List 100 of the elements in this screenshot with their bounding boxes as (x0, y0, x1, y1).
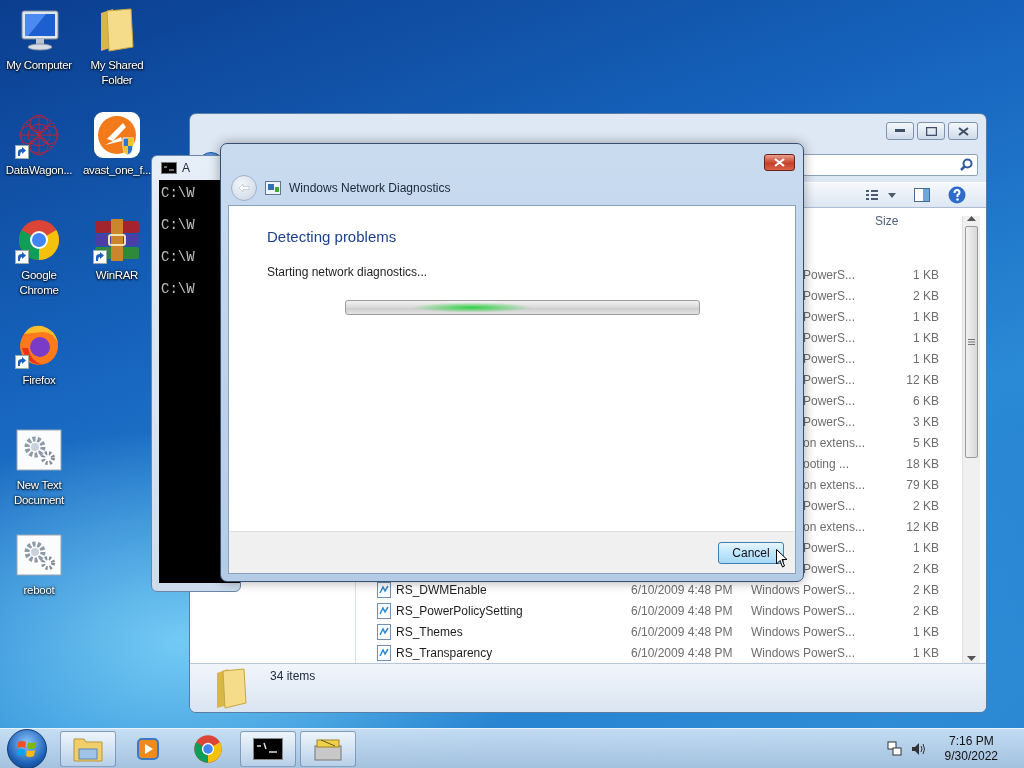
maximize-button[interactable] (917, 122, 945, 140)
minimize-button[interactable] (886, 122, 914, 140)
file-date: 6/10/2009 4:48 PM (631, 603, 733, 618)
column-header[interactable]: Size (869, 213, 939, 228)
file-type: PowerS... (803, 372, 856, 387)
script-file-icon (376, 602, 392, 619)
close-icon (957, 126, 969, 136)
file-size: 1 KB (913, 624, 939, 639)
file-size: 1 KB (913, 267, 939, 282)
dialog-heading: Detecting problems (267, 228, 398, 245)
file-size: 18 KB (906, 456, 939, 471)
clock-time: 7:16 PM (948, 733, 994, 749)
file-size: 12 KB (906, 372, 939, 387)
close-icon (774, 158, 785, 167)
console-icon (253, 737, 283, 760)
grip-icon (968, 339, 975, 345)
file-type: PowerS... (803, 540, 856, 555)
close-button[interactable] (948, 122, 978, 140)
start-button[interactable] (7, 728, 47, 768)
clock-date: 9/30/2022 (944, 748, 998, 764)
file-type: PowerS... (803, 267, 856, 282)
file-size: 2 KB (913, 582, 939, 597)
maximize-icon (925, 126, 937, 136)
file-size: 2 KB (913, 561, 939, 576)
desktop-icon-label: avast_one_f... (82, 163, 151, 178)
console-line: C:\W (161, 249, 196, 265)
scrollbar[interactable] (962, 216, 980, 663)
scroll-up-icon[interactable] (967, 216, 976, 222)
file-type: PowerS... (803, 309, 856, 324)
file-size: 12 KB (906, 519, 939, 534)
network-diagnostics-icon (265, 181, 281, 195)
script-file-icon (376, 581, 392, 598)
dialog-title: Windows Network Diagnostics (289, 181, 451, 195)
close-button[interactable] (764, 154, 795, 171)
mouse-pointer-icon (776, 549, 788, 568)
file-size: 3 KB (913, 414, 939, 429)
file-date: 6/10/2009 4:48 PM (631, 645, 733, 660)
desktop-icon-label: My Computer (6, 58, 72, 73)
file-name[interactable]: RS_Themes (396, 624, 463, 639)
file-name[interactable]: RS_Transparency (396, 645, 493, 660)
network-icon[interactable] (886, 740, 903, 757)
file-date: 6/10/2009 4:48 PM (631, 624, 733, 639)
file-type: PowerS... (803, 288, 856, 303)
file-size: 2 KB (913, 288, 939, 303)
file-size: 2 KB (913, 498, 939, 513)
file-name[interactable]: RS_DWMEnable (396, 582, 487, 597)
file-type: Windows PowerS... (751, 603, 856, 618)
file-size: 6 KB (913, 393, 939, 408)
search-icon (960, 158, 973, 171)
file-type: on extens... (803, 519, 866, 534)
file-size: 1 KB (913, 330, 939, 345)
desktop-icon-label: reboot (23, 583, 55, 598)
cancel-button[interactable]: Cancel (718, 541, 784, 564)
folder-icon (214, 665, 248, 709)
file-type: PowerS... (803, 351, 856, 366)
minimize-icon (895, 129, 905, 133)
desktop-icon-label: My Shared Folder (89, 58, 145, 88)
file-type: PowerS... (803, 330, 856, 345)
file-type: PowerS... (803, 414, 856, 429)
status-message: Starting network diagnostics... (267, 265, 429, 279)
desktop-icon-label: DataWagon... (5, 163, 73, 178)
file-type: PowerS... (803, 498, 856, 513)
mesh-icon[interactable] (16, 112, 62, 158)
archive-books-icon[interactable] (93, 217, 141, 263)
file-type: Windows PowerS... (751, 582, 856, 597)
browser-logo-icon[interactable] (17, 218, 61, 262)
browser-logo-icon (193, 733, 223, 764)
file-size: 1 KB (913, 645, 939, 660)
desktop-icon-label: WinRAR (95, 268, 139, 283)
app-tile-icon[interactable] (93, 111, 141, 159)
file-type: PowerS... (803, 393, 856, 408)
preview-pane-icon[interactable] (914, 188, 930, 202)
play-icon (135, 735, 161, 762)
file-date: 6/10/2009 4:48 PM (631, 582, 733, 597)
file-type: on extens... (803, 435, 866, 450)
desktop-icon-label: Google Chrome (18, 268, 60, 298)
console-line: C:\W (161, 185, 196, 201)
file-size: 2 KB (913, 603, 939, 618)
console-line: C:\W (161, 217, 196, 233)
file-type: ooting ... (803, 456, 850, 471)
help-icon[interactable] (948, 186, 966, 204)
file-size: 5 KB (913, 435, 939, 450)
taskbar-button[interactable] (240, 730, 296, 767)
clock[interactable]: 7:16 PM 9/30/2022 (944, 733, 998, 764)
gear-document-icon[interactable] (16, 534, 62, 576)
file-type: PowerS... (803, 561, 856, 576)
file-size: 1 KB (913, 351, 939, 366)
gear-document-icon[interactable] (16, 429, 62, 471)
console-icon (161, 162, 177, 174)
file-type: Windows PowerS... (751, 645, 856, 660)
file-name[interactable]: RS_PowerPolicySetting (396, 603, 523, 618)
file-size: 1 KB (913, 309, 939, 324)
file-size: 79 KB (906, 477, 939, 492)
view-options-icon[interactable] (866, 189, 896, 201)
item-count: 34 items (270, 669, 316, 683)
file-size: 1 KB (913, 540, 939, 555)
back-arrow-icon (238, 183, 250, 193)
file-type: Windows PowerS... (751, 624, 856, 639)
console-line: C:\W (161, 281, 196, 297)
window-title: A (182, 161, 190, 175)
